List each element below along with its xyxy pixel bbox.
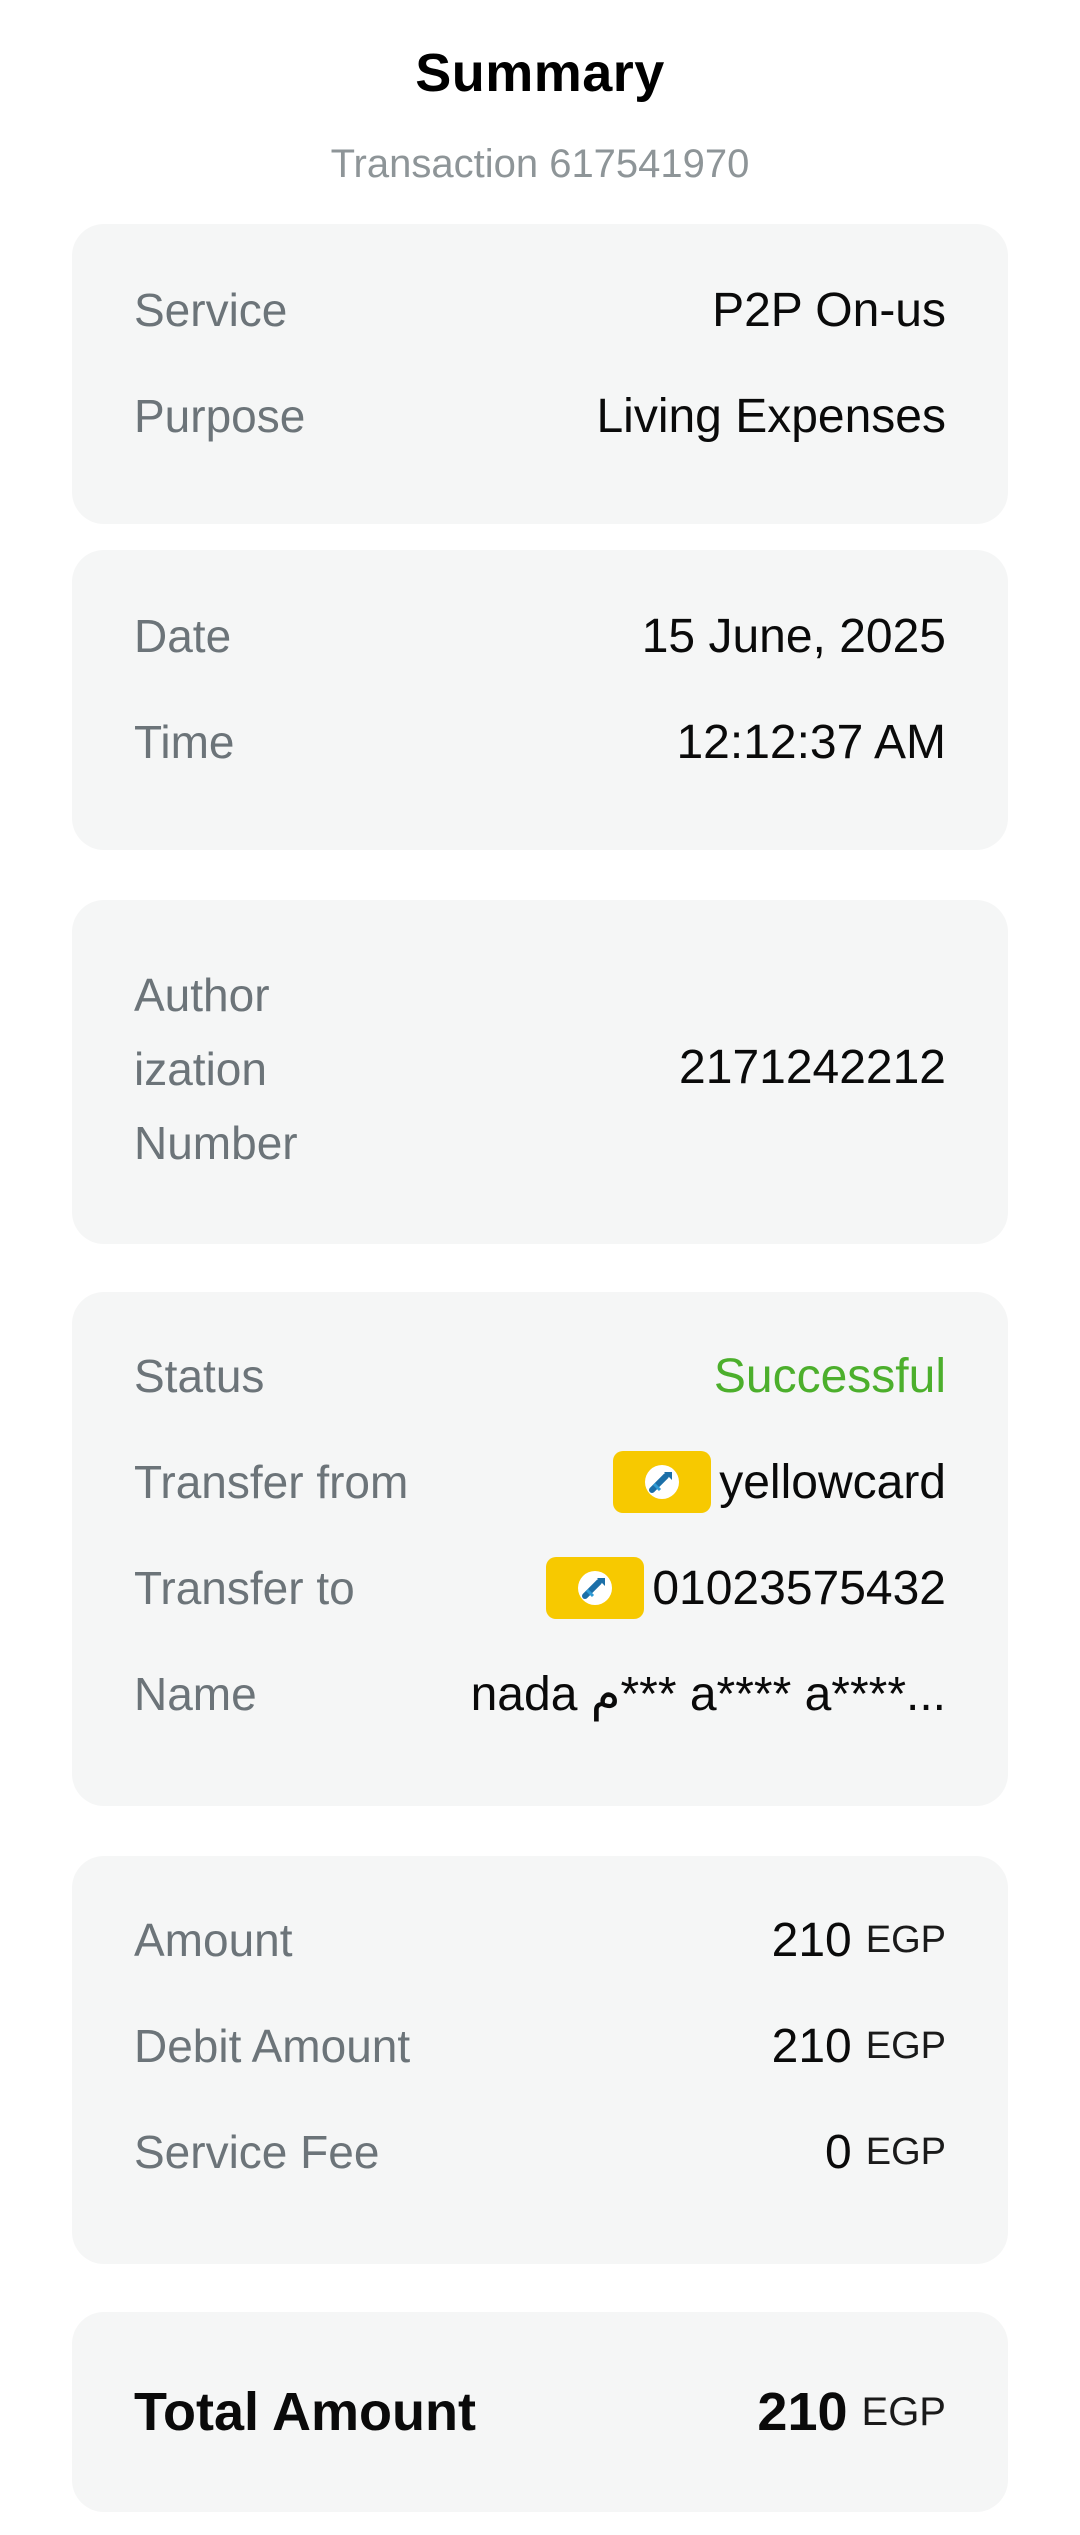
amount-currency: EGP	[865, 1918, 946, 1961]
wallet-brand-icon	[546, 1557, 645, 1619]
name-row: Name nada م*** a**** a****...	[134, 1662, 946, 1726]
status-label: Status	[134, 1350, 265, 1402]
authorization-label: Author ization Number	[134, 958, 298, 1180]
transaction-id: Transaction 617541970	[330, 142, 750, 186]
amount-number: 210	[771, 1913, 852, 1967]
time-label: Time	[134, 716, 235, 768]
amount-value: 210 EGP	[772, 1913, 946, 1968]
status-row: Status Successful	[134, 1344, 946, 1408]
authorization-label-line1: Author	[134, 969, 270, 1021]
service-label: Service	[134, 284, 288, 336]
name-label: Name	[134, 1668, 257, 1720]
date-value: 15 June, 2025	[641, 609, 946, 663]
transfer-to-value: 01023575432	[546, 1557, 946, 1619]
debit-amount-row: Debit Amount 210 EGP	[134, 2014, 946, 2078]
transfer-to-text: 01023575432	[652, 1561, 946, 1615]
wallet-brand-icon	[613, 1451, 712, 1513]
amount-row: Amount 210 EGP	[134, 1908, 946, 1972]
service-fee-label: Service Fee	[134, 2126, 380, 2178]
authorization-card: Author ization Number 2171242212	[72, 900, 1008, 1244]
debit-amount-currency: EGP	[865, 2024, 946, 2067]
transfer-to-label: Transfer to	[134, 1562, 355, 1614]
debit-amount-label: Debit Amount	[134, 2020, 411, 2072]
datetime-card: Date 15 June, 2025 Time 12:12:37 AM	[72, 550, 1008, 850]
name-value: nada م*** a**** a****...	[470, 1668, 946, 1721]
transfer-from-text: yellowcard	[719, 1455, 946, 1509]
purpose-label: Purpose	[134, 390, 306, 442]
authorization-number: 2171242212	[679, 1041, 946, 1094]
status-value: Successful	[713, 1349, 946, 1403]
service-fee-number: 0	[825, 2125, 852, 2179]
authorization-label-line2: ization	[134, 1043, 267, 1095]
service-card: Service P2P On-us Purpose Living Expense…	[72, 224, 1008, 524]
transfer-to-row: Transfer to 01023575432	[134, 1556, 946, 1620]
total-amount-number: 210	[757, 2382, 848, 2442]
service-fee-row: Service Fee 0 EGP	[134, 2120, 946, 2184]
total-card: Total Amount 210 EGP	[72, 2312, 1008, 2512]
service-fee-currency: EGP	[865, 2130, 946, 2173]
page-title: Summary	[415, 43, 665, 103]
authorization-label-line3: Number	[134, 1117, 298, 1169]
service-row: Service P2P On-us	[134, 278, 946, 342]
service-value: P2P On-us	[712, 283, 946, 337]
transfer-from-label: Transfer from	[134, 1456, 409, 1508]
debit-amount-number: 210	[771, 2019, 852, 2073]
debit-amount-value: 210 EGP	[772, 2019, 946, 2074]
service-fee-value: 0 EGP	[825, 2125, 946, 2180]
date-label: Date	[134, 610, 232, 662]
amount-card: Amount 210 EGP Debit Amount 210 EGP Serv…	[72, 1856, 1008, 2264]
transfer-from-row: Transfer from yellowcard	[134, 1450, 946, 1514]
purpose-value: Living Expenses	[596, 389, 946, 443]
transfer-card: Status Successful Transfer from yellowca…	[72, 1292, 1008, 1806]
total-row: Total Amount 210 EGP	[134, 2380, 946, 2444]
total-amount-currency: EGP	[861, 2389, 946, 2434]
date-row: Date 15 June, 2025	[134, 604, 946, 668]
time-value: 12:12:37 AM	[676, 715, 946, 769]
time-row: Time 12:12:37 AM	[134, 710, 946, 774]
amount-label: Amount	[134, 1914, 293, 1966]
total-amount-value: 210 EGP	[757, 2381, 946, 2443]
transfer-from-value: yellowcard	[613, 1451, 946, 1513]
purpose-row: Purpose Living Expenses	[134, 384, 946, 448]
total-amount-label: Total Amount	[134, 2382, 476, 2442]
